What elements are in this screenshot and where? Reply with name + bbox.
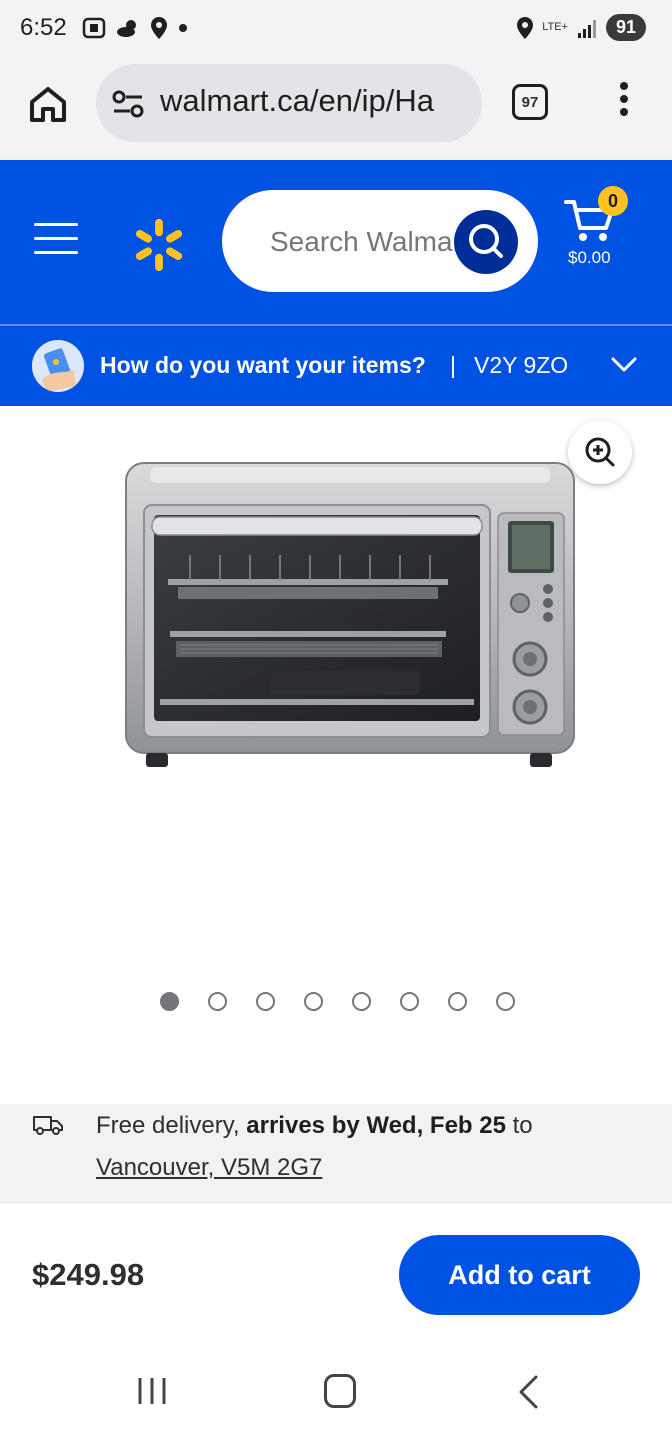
cart-count-badge: 0 (598, 186, 628, 216)
browser-toolbar: walmart.ca/en/ip/Ha 97 (0, 60, 672, 160)
site-header: Search Walmart 0 $0.00 (0, 160, 672, 324)
menu-icon[interactable] (34, 223, 78, 259)
status-bar: 6:52 LTE+ 91 (0, 0, 672, 60)
delivery-location-link[interactable]: Vancouver, V5M 2G7 (96, 1154, 322, 1182)
status-time: 6:52 (20, 14, 67, 41)
image-carousel-indicators (160, 992, 515, 1011)
search-button[interactable] (454, 210, 518, 274)
walmart-spark-logo[interactable] (130, 216, 188, 274)
carousel-dot[interactable] (160, 992, 179, 1011)
location-icon (517, 16, 534, 39)
recent-apps-icon[interactable] (136, 1376, 168, 1406)
fulfillment-icon (32, 340, 84, 392)
status-system-icons: LTE+ 91 (516, 14, 646, 41)
status-notification-icons (82, 16, 188, 40)
cart-total: $0.00 (568, 248, 611, 267)
browser-menu-icon[interactable] (618, 82, 630, 122)
carousel-dot[interactable] (208, 992, 227, 1011)
search-icon (469, 224, 503, 258)
signal-icon (577, 19, 596, 38)
purchase-bar: $249.98 Add to cart (0, 1202, 672, 1342)
location-icon (151, 17, 167, 39)
system-navigation-bar (0, 1342, 672, 1440)
back-icon[interactable] (516, 1374, 540, 1410)
delivery-suffix: to (505, 1112, 533, 1139)
delivery-prefix: Free delivery, (96, 1112, 247, 1139)
carousel-dot[interactable] (496, 992, 515, 1011)
separator: | (450, 352, 456, 378)
cart-button[interactable]: 0 $0.00 (562, 184, 642, 274)
product-price: $249.98 (32, 1257, 145, 1292)
product-image[interactable] (120, 455, 580, 785)
fulfillment-selector[interactable]: How do you want your items? | V2Y 9ZO (0, 326, 672, 406)
battery-level: 91 (605, 14, 646, 41)
site-settings-icon[interactable] (112, 89, 144, 119)
postal-code: V2Y 9ZO (474, 352, 569, 378)
url-text[interactable]: walmart.ca/en/ip/Ha (160, 83, 470, 119)
dot-icon (179, 24, 187, 32)
fulfillment-question: How do you want your items? (100, 352, 426, 378)
carousel-dot[interactable] (352, 992, 371, 1011)
delivery-info: Free delivery, arrives by Wed, Feb 25 to… (0, 1104, 672, 1202)
carousel-dot[interactable] (256, 992, 275, 1011)
add-to-cart-button[interactable]: Add to cart (399, 1235, 640, 1315)
delivery-arrival: arrives by Wed, Feb 25 (246, 1112, 506, 1139)
url-bar[interactable]: walmart.ca/en/ip/Ha (96, 64, 482, 142)
chevron-down-icon[interactable] (610, 354, 638, 376)
weather-icon (117, 20, 136, 37)
carousel-dot[interactable] (400, 992, 419, 1011)
truck-icon (33, 1116, 63, 1135)
network-type: LTE+ (542, 21, 568, 33)
search-input[interactable]: Search Walmart (222, 190, 538, 292)
tab-switcher-button[interactable]: 97 (512, 84, 548, 120)
carousel-dot[interactable] (304, 992, 323, 1011)
home-nav-icon[interactable] (324, 1374, 356, 1408)
screenshot-icon (82, 17, 106, 39)
search-placeholder: Search Walmart (270, 226, 456, 257)
carousel-dot[interactable] (448, 992, 467, 1011)
delivery-estimate: Free delivery, arrives by Wed, Feb 25 to (96, 1112, 533, 1140)
home-icon[interactable] (26, 82, 70, 126)
